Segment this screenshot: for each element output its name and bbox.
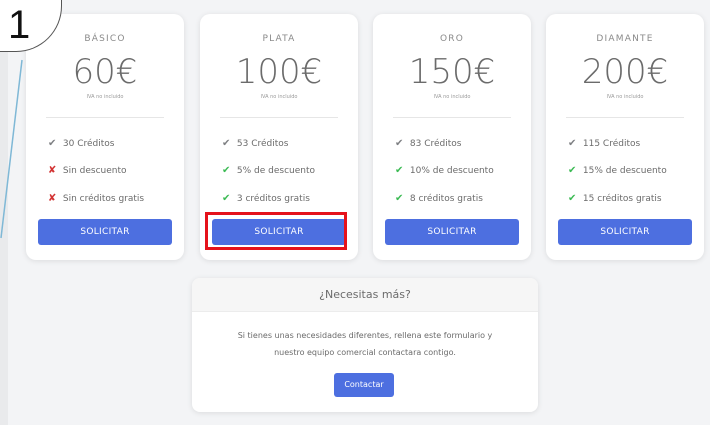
divider	[46, 117, 164, 118]
feature-credits: ✔ 115 Créditos	[568, 138, 640, 149]
contactar-button[interactable]: Contactar	[334, 373, 394, 397]
feature-credits: ✔ 83 Créditos	[395, 138, 461, 149]
solicitar-button-oro[interactable]: SOLICITAR	[385, 219, 519, 245]
plan-name: DIAMANTE	[596, 34, 654, 44]
need-more-title: ¿Necesitas más?	[192, 278, 538, 312]
plan-name: ORO	[439, 34, 465, 44]
cross-icon: ✘	[48, 193, 57, 204]
check-icon: ✔	[568, 193, 577, 204]
vat-note: IVA no incluido	[606, 94, 644, 100]
feature-text: 10% de descuento	[409, 166, 494, 176]
feature-text: 15% de descuento	[582, 166, 667, 176]
description-line: nuestro equipo comercial contactara cont…	[274, 348, 456, 357]
need-more-description: Si tienes unas necesidades diferentes, r…	[212, 327, 518, 361]
check-icon: ✔	[568, 138, 577, 149]
vat-note: IVA no incluido	[433, 94, 471, 100]
feature-free-credits: ✔ 15 créditos gratis	[568, 193, 662, 204]
plan-card-basico: BÁSICO 60€ IVA no incluido ✔ 30 Créditos…	[26, 14, 184, 260]
feature-text: 53 Créditos	[236, 139, 289, 149]
feature-text: 8 créditos gratis	[409, 194, 483, 204]
plan-price: 200€	[581, 52, 669, 92]
divider	[220, 117, 338, 118]
feature-text: 5% de descuento	[236, 166, 315, 176]
vat-note: IVA no incluido	[260, 94, 298, 100]
plan-card-oro: ORO 150€ IVA no incluido ✔ 83 Créditos ✔…	[373, 14, 531, 260]
check-icon: ✔	[48, 138, 57, 149]
cross-icon: ✘	[48, 165, 57, 176]
feature-discount: ✔ 15% de descuento	[568, 165, 667, 176]
feature-text: 83 Créditos	[409, 139, 462, 149]
need-more-card: ¿Necesitas más? Si tienes unas necesidad…	[192, 278, 538, 412]
description-line: Si tienes unas necesidades diferentes, r…	[237, 331, 493, 340]
feature-free-credits: ✘ Sin créditos gratis	[48, 193, 144, 204]
feature-text: Sin descuento	[62, 166, 127, 176]
check-icon: ✔	[395, 138, 404, 149]
solicitar-button-plata[interactable]: SOLICITAR	[212, 219, 346, 245]
plan-name: PLATA	[262, 34, 296, 44]
feature-text: Sin créditos gratis	[62, 194, 145, 204]
solicitar-button-diamante[interactable]: SOLICITAR	[558, 219, 692, 245]
plan-price: 150€	[408, 52, 496, 92]
feature-discount: ✔ 5% de descuento	[222, 165, 315, 176]
plan-card-diamante: DIAMANTE 200€ IVA no incluido ✔ 115 Créd…	[546, 14, 704, 260]
check-icon: ✔	[395, 193, 404, 204]
check-icon: ✔	[395, 165, 404, 176]
feature-discount: ✘ Sin descuento	[48, 165, 127, 176]
check-icon: ✔	[222, 165, 231, 176]
check-icon: ✔	[222, 138, 231, 149]
check-icon: ✔	[568, 165, 577, 176]
feature-free-credits: ✔ 8 créditos gratis	[395, 193, 483, 204]
divider	[566, 117, 684, 118]
plan-card-plata: PLATA 100€ IVA no incluido ✔ 53 Créditos…	[200, 14, 358, 260]
feature-free-credits: ✔ 3 créditos gratis	[222, 193, 310, 204]
feature-credits: ✔ 30 Créditos	[48, 138, 114, 149]
feature-text: 3 créditos gratis	[236, 194, 310, 204]
feature-credits: ✔ 53 Créditos	[222, 138, 288, 149]
annotation-arrow-icon	[0, 59, 23, 239]
feature-text: 30 Créditos	[62, 139, 115, 149]
vat-note: IVA no incluido	[86, 94, 124, 100]
solicitar-button-basico[interactable]: SOLICITAR	[38, 219, 172, 245]
divider	[393, 117, 511, 118]
plan-price: 60€	[72, 52, 138, 92]
feature-text: 115 Créditos	[582, 139, 641, 149]
feature-discount: ✔ 10% de descuento	[395, 165, 494, 176]
plan-price: 100€	[235, 52, 323, 92]
feature-text: 15 créditos gratis	[582, 194, 662, 204]
check-icon: ✔	[222, 193, 231, 204]
